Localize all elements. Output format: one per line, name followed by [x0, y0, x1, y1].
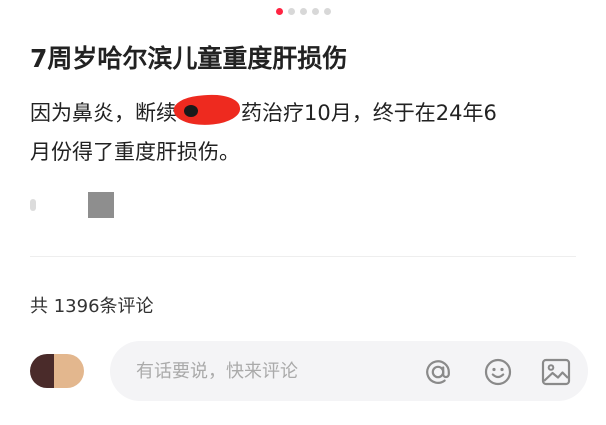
divider	[30, 256, 576, 257]
post-title: 7周岁哈尔滨儿童重度肝损伤	[30, 44, 348, 73]
avatar[interactable]	[30, 354, 84, 388]
post-body-text: 因为鼻炎，断续	[30, 101, 177, 125]
post-detail-screen: 7周岁哈尔滨儿童重度肝损伤 因为鼻炎，断续 药治疗10月，终于在24年6 月份得了…	[0, 0, 606, 425]
post-body-line: 月份得了重度肝损伤。	[30, 140, 240, 164]
post-body-text: 药治疗10月，终于在24年6	[241, 101, 497, 125]
at-icon[interactable]	[422, 356, 454, 388]
blurred-meta-mark	[30, 199, 36, 211]
avatar-part	[54, 354, 84, 388]
redaction-blot	[172, 91, 242, 129]
pager-dot[interactable]	[323, 8, 331, 15]
pager-dot-active[interactable]	[275, 8, 283, 15]
comment-composer	[30, 336, 590, 406]
avatar-part	[30, 354, 54, 388]
image-pager	[0, 8, 606, 15]
emoji-icon[interactable]	[482, 356, 514, 388]
pager-dot[interactable]	[311, 8, 319, 15]
pager-dot[interactable]	[299, 8, 307, 15]
comment-input-box[interactable]	[110, 341, 588, 401]
redaction-ink	[184, 105, 198, 117]
blurred-thumbnail[interactable]	[88, 192, 114, 218]
comment-count: 共 1396条评论	[30, 296, 154, 317]
post-meta-row	[30, 190, 114, 220]
redaction-mark	[172, 91, 242, 129]
comment-input[interactable]	[136, 356, 396, 386]
image-icon[interactable]	[540, 356, 572, 388]
pager-dot[interactable]	[287, 8, 295, 15]
post-body: 因为鼻炎，断续 药治疗10月，终于在24年6 月份得了重度肝损伤。	[30, 91, 590, 172]
post-body-line: 因为鼻炎，断续 药治疗10月，终于在24年6	[30, 91, 590, 133]
